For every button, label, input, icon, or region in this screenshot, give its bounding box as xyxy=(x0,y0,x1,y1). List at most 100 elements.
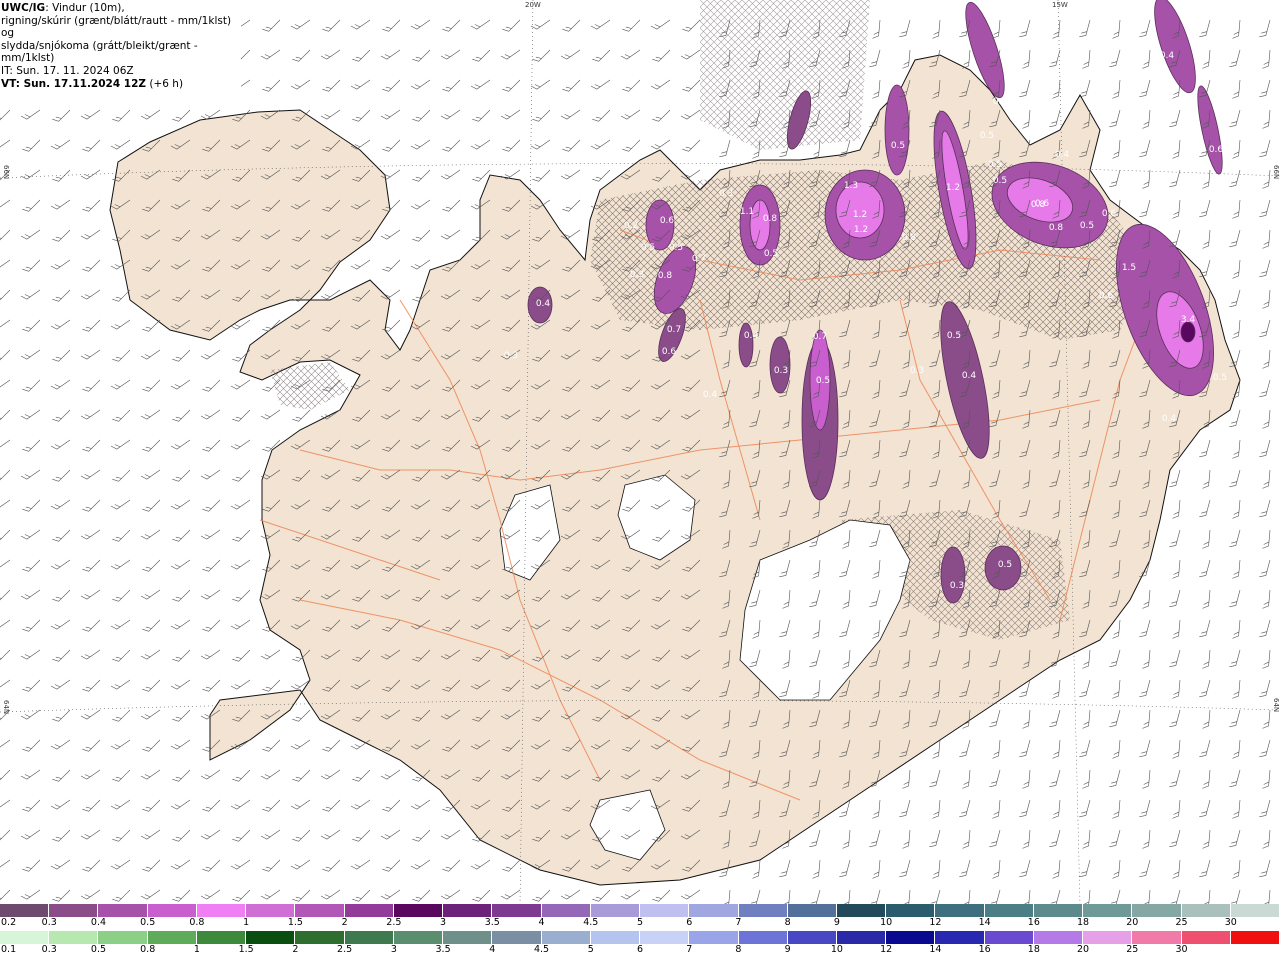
legend-swatch xyxy=(246,931,296,944)
legend-label: 1 xyxy=(193,944,200,955)
legend-swatch xyxy=(541,904,591,917)
legend-label: 0.8 xyxy=(189,917,205,928)
legend-swatch xyxy=(738,904,788,917)
legend-swatch xyxy=(492,931,542,944)
legend-swatch xyxy=(1033,931,1084,944)
legend-swatch xyxy=(886,904,936,917)
legend-label: 5 xyxy=(636,917,644,928)
legend-label: 12 xyxy=(929,917,942,928)
legend-label: 6 xyxy=(636,944,644,955)
contour-label: 0.5 xyxy=(998,560,1012,570)
contour-label: 0.6 xyxy=(1102,209,1117,219)
legend-rain-labels: 0.1 0.3 0.5 0.8 1 1.5 2 2.5 3 3.5 4 4.5 5 6 7 8 9 10 12 14 1… xyxy=(0,944,1280,956)
legend-label: 2.5 xyxy=(337,944,353,955)
contour-label: 0.7 xyxy=(692,254,706,264)
legend-label: 0.2 xyxy=(1,917,17,928)
header-line2: rigning/skúrir (grænt/blátt/rautt - mm/1… xyxy=(1,14,232,40)
legend-swatch xyxy=(492,904,542,917)
contour-label: 0.8 xyxy=(763,214,778,224)
contour-label: 0.6 xyxy=(660,216,675,226)
contour-label: 0.3 xyxy=(504,351,518,361)
legend-swatch xyxy=(787,931,837,944)
contour-label: 0.7 xyxy=(667,325,681,335)
legend-label: 4.5 xyxy=(533,944,550,955)
legend-label: 9 xyxy=(833,917,840,928)
legend-swatch xyxy=(98,904,148,917)
legend-label: 3 xyxy=(390,944,397,955)
legend-label: 7 xyxy=(735,917,742,928)
legend-swatch xyxy=(443,904,493,917)
contour-label: 0.4 xyxy=(962,371,977,381)
grid-label-66n-left: 66N xyxy=(2,165,10,180)
contour-label: 0.5 xyxy=(980,131,994,141)
contour-label: 0.4 xyxy=(744,331,759,341)
contour-label: 0.5 xyxy=(988,160,1002,170)
legend-label: 3 xyxy=(440,917,447,928)
legend-label: 1.5 xyxy=(238,944,254,955)
legend-label: 18 xyxy=(1077,917,1090,928)
contour-label: 0.6 xyxy=(662,347,677,357)
legend-label: 16 xyxy=(978,944,991,955)
legend-swatch xyxy=(1083,904,1133,917)
contour-label: 0.6 xyxy=(1209,145,1224,155)
legend-label: 4.5 xyxy=(583,917,599,928)
legend-label: 2 xyxy=(341,917,348,928)
legend-swatch xyxy=(295,904,345,917)
legend-swatch xyxy=(0,904,50,917)
contour-label: 0.4 xyxy=(1160,51,1175,61)
header-title: UWC/IG: Vindur (10m), xyxy=(1,2,241,15)
legend-swatch xyxy=(1230,904,1280,917)
contour-label: 1.2 xyxy=(854,225,868,235)
contour-label: 0.7 xyxy=(813,332,827,342)
grid-label-66n-right: 66N xyxy=(1272,165,1280,180)
contour-label: 1.1 xyxy=(740,207,754,217)
grid-label-64n-left: 64N xyxy=(2,700,10,715)
contour-label: 1.3 xyxy=(844,181,858,191)
legend-swatch xyxy=(295,931,345,944)
contour-label: 0.4 xyxy=(703,390,718,400)
legend-swatch xyxy=(246,904,296,917)
legend-swatch xyxy=(443,931,493,944)
legend-swatch xyxy=(935,931,985,944)
legend-label: 12 xyxy=(880,944,893,955)
legend-swatch xyxy=(1181,904,1231,917)
contour-label: 0.2 xyxy=(624,221,638,231)
contour-label: 0.3 xyxy=(774,366,788,376)
contour-label: 0.5 xyxy=(891,141,905,151)
legend-swatch xyxy=(393,931,444,944)
contour-label: 1.5 xyxy=(1122,263,1136,273)
contour-label: 0.5 xyxy=(1213,373,1227,383)
header-vt-line: VT: Sun. 17.11.2024 12Z (+6 h) xyxy=(1,78,241,91)
legend-label: 9 xyxy=(784,944,791,955)
legend-label: 1 xyxy=(243,917,250,928)
legend-rain: 0.1 0.3 0.5 0.8 1 1.5 2 2.5 3 3.5 4 4.5 5 6 7 8 9 10 12 14 1… xyxy=(0,931,1280,956)
contour-label: 0.5 xyxy=(1080,221,1094,231)
legend-swatch xyxy=(836,931,887,944)
legend-swatch xyxy=(689,931,739,944)
weather-map: 0.4 0.4 0.4 0.5 0.5 0.5 0.5 0.6 0.6 0.6 0.8 0.8 1.2 1… xyxy=(0,0,1280,904)
grid-label-15w: 15W xyxy=(1052,1,1068,9)
contour-label: 0.8 xyxy=(1049,223,1064,233)
legend-swatch xyxy=(49,904,99,917)
legend-label: 20 xyxy=(1126,917,1139,928)
header-line3: slydda/snjókoma (grátt/bleikt/grænt - mm… xyxy=(1,39,198,65)
legend-snow: 0.2 0.3 0.4 0.5 0.8 1 1.5 2 2.5 3 3.5 4 4.5 5 6 7 8 9 10 12… xyxy=(0,904,1280,929)
legend-label: 8 xyxy=(784,917,791,928)
legend-swatch xyxy=(98,931,148,944)
legend-label: 14 xyxy=(978,917,991,928)
contour-label: 0.8 xyxy=(658,271,673,281)
contour-label: 1.2 xyxy=(946,183,960,193)
legend-label: 2.5 xyxy=(386,917,402,928)
legend-label: 4 xyxy=(538,917,545,928)
legend-label: 30 xyxy=(1224,917,1237,928)
header-info-box: UWC/IG: Vindur (10m), rigning/skúrir (gr… xyxy=(0,0,241,93)
legend-swatch xyxy=(147,904,197,917)
contour-label: 0.6 xyxy=(1099,291,1114,301)
contour-label: 0.5 xyxy=(816,376,830,386)
contour-label: 0.3 xyxy=(910,366,924,376)
contour-label: 0.5 xyxy=(641,243,655,253)
legend-swatch xyxy=(886,931,936,944)
legend-label: 16 xyxy=(1027,917,1040,928)
contour-label: 0.5 xyxy=(669,243,683,253)
legend-label: 10 xyxy=(880,917,893,928)
